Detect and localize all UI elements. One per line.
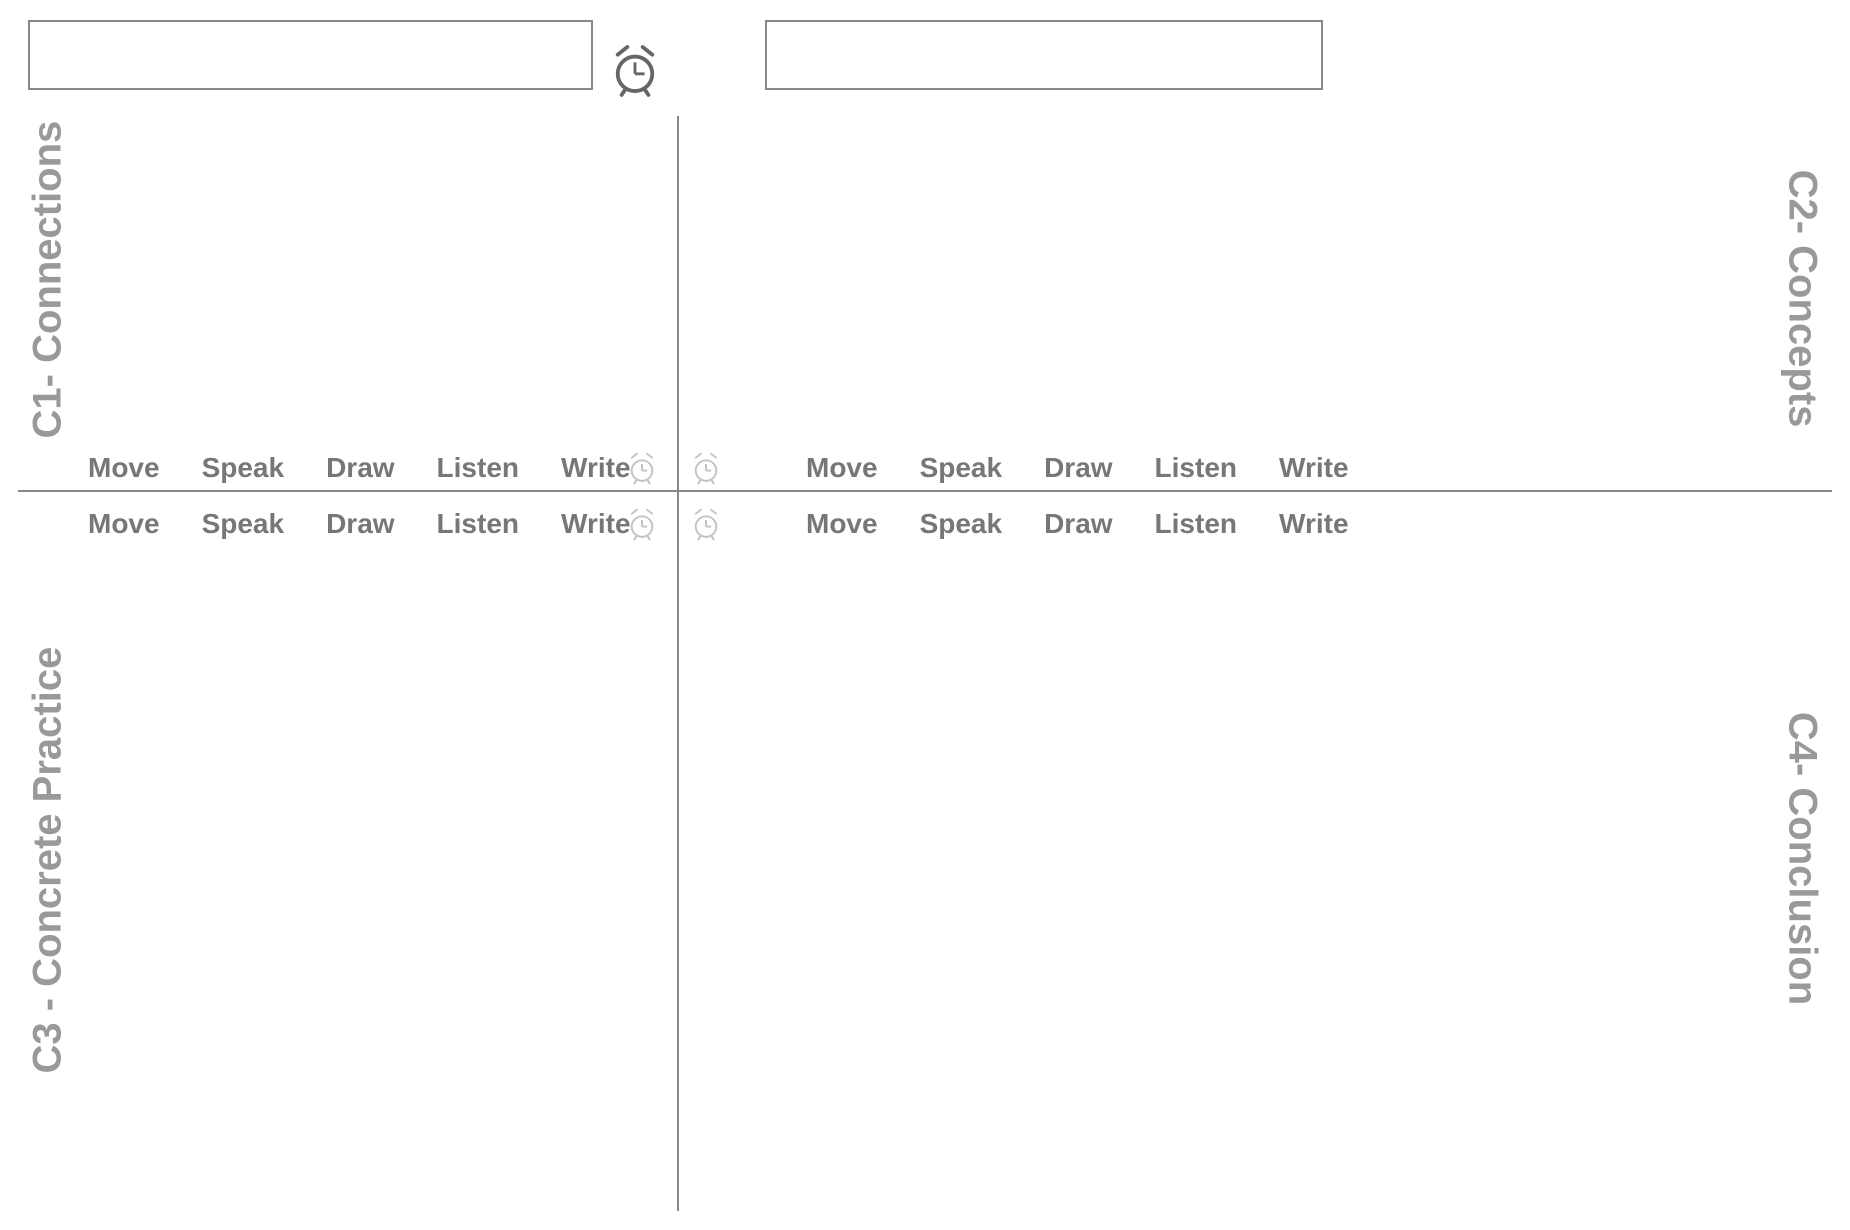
action-write[interactable]: Write: [561, 452, 631, 484]
action-speak[interactable]: Speak: [920, 452, 1003, 484]
action-listen[interactable]: Listen: [1155, 452, 1237, 484]
vertical-divider: [677, 116, 679, 1211]
horizontal-divider: [18, 490, 1832, 492]
action-draw[interactable]: Draw: [326, 508, 394, 540]
action-draw[interactable]: Draw: [1044, 508, 1112, 540]
action-listen[interactable]: Listen: [1155, 508, 1237, 540]
quadrant-label-c2: C2- Concepts: [1780, 169, 1825, 429]
action-listen[interactable]: Listen: [437, 508, 519, 540]
alarm-clock-icon: [690, 506, 722, 542]
actions-row-c2: Move Speak Draw Listen Write: [806, 452, 1366, 484]
action-draw[interactable]: Draw: [326, 452, 394, 484]
action-move[interactable]: Move: [88, 508, 160, 540]
alarm-clock-icon: [626, 450, 658, 486]
actions-row-c1: Move Speak Draw Listen Write: [88, 452, 648, 484]
action-write[interactable]: Write: [1279, 452, 1349, 484]
action-move[interactable]: Move: [88, 452, 160, 484]
action-speak[interactable]: Speak: [920, 508, 1003, 540]
actions-row-c4: Move Speak Draw Listen Write: [806, 508, 1366, 540]
action-speak[interactable]: Speak: [202, 508, 285, 540]
alarm-clock-icon: [626, 506, 658, 542]
header: [0, 20, 1850, 100]
action-move[interactable]: Move: [806, 508, 878, 540]
action-write[interactable]: Write: [1279, 508, 1349, 540]
action-draw[interactable]: Draw: [1044, 452, 1112, 484]
quadrant-label-c4: C4- Conclusion: [1780, 709, 1825, 1009]
header-input-right[interactable]: [765, 20, 1323, 90]
action-speak[interactable]: Speak: [202, 452, 285, 484]
alarm-clock-icon: [612, 42, 658, 98]
header-input-left[interactable]: [28, 20, 593, 90]
action-move[interactable]: Move: [806, 452, 878, 484]
alarm-clock-icon: [690, 450, 722, 486]
actions-row-c3: Move Speak Draw Listen Write: [88, 508, 648, 540]
action-listen[interactable]: Listen: [437, 452, 519, 484]
action-write[interactable]: Write: [561, 508, 631, 540]
quadrant-label-c3: C3 - Concrete Practice: [26, 664, 71, 1074]
quadrant-label-c1: C1- Connections: [26, 159, 71, 439]
quadrant-grid: C1- Connections C2- Concepts C3 - Concre…: [18, 116, 1832, 1211]
